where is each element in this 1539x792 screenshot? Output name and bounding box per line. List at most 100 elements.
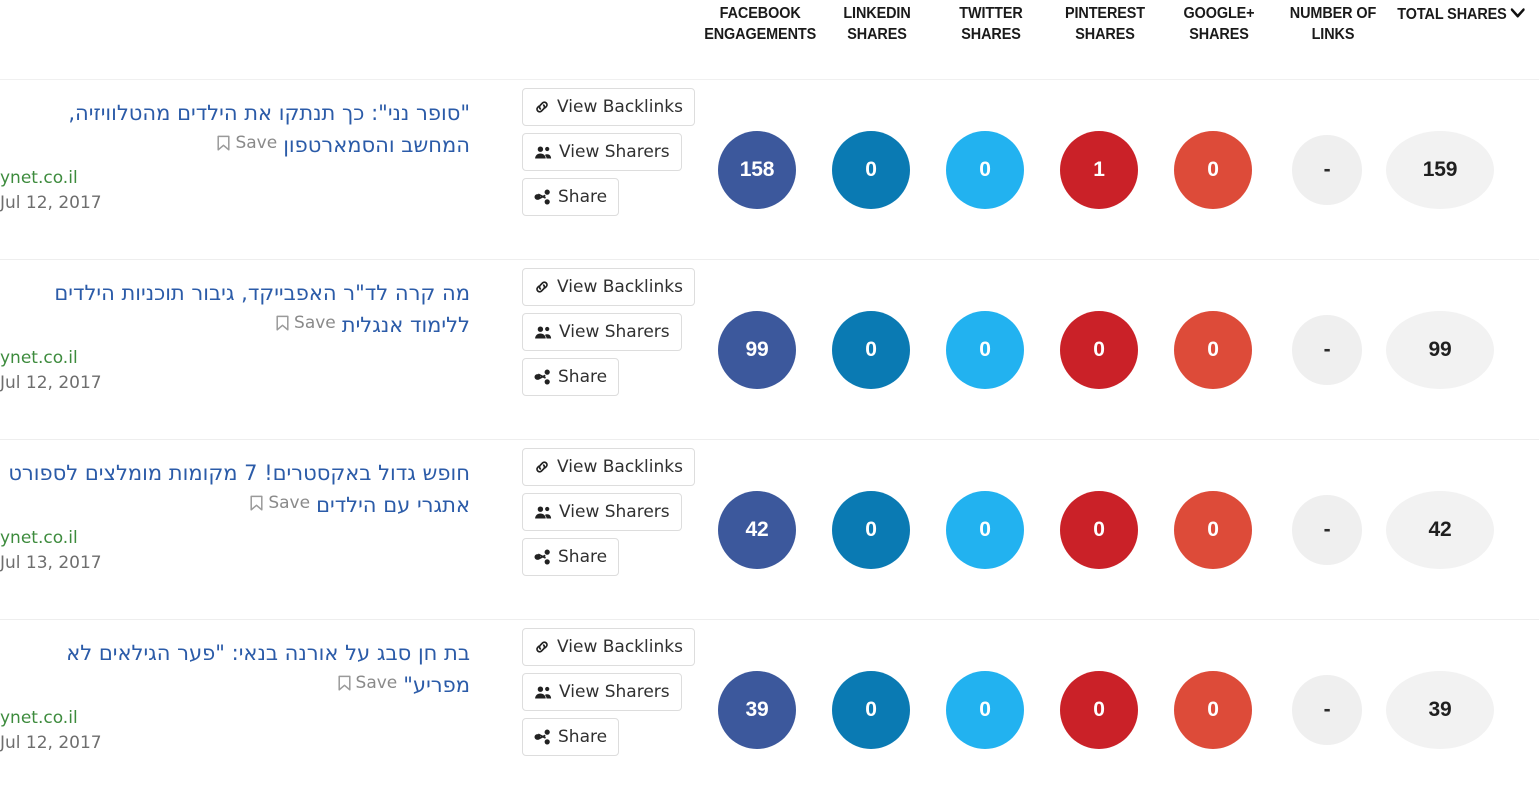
share-label: Share bbox=[558, 187, 608, 208]
metric-bubble-pinterest-shares[interactable]: 0 bbox=[1060, 671, 1138, 749]
share-button[interactable]: Share bbox=[522, 538, 620, 577]
article-info-cell: חופש גדול באקסטרים! 7 מקומות מומלצים לספ… bbox=[0, 458, 470, 573]
bookmark-icon bbox=[216, 135, 231, 152]
metric-bubble-googleplus-shares[interactable]: 0 bbox=[1174, 130, 1252, 209]
column-header-linkedin-shares[interactable]: LINKEDIN SHARES bbox=[824, 4, 930, 46]
save-article-button[interactable]: Save bbox=[249, 493, 310, 513]
metric-cell-linkedin-shares: 0 bbox=[814, 490, 928, 569]
view-sharers-label: View Sharers bbox=[559, 322, 670, 343]
metric-bubble-twitter-shares[interactable]: 0 bbox=[946, 310, 1024, 389]
metric-cell-googleplus-shares: 0 bbox=[1156, 310, 1270, 389]
metric-bubble-number-of-links[interactable]: - bbox=[1292, 675, 1362, 745]
metric-bubble-number-of-links[interactable]: - bbox=[1292, 494, 1362, 565]
metric-cell-total-shares: 159 bbox=[1384, 130, 1539, 209]
share-label: Share bbox=[558, 367, 608, 388]
metric-bubble-twitter-shares[interactable]: 0 bbox=[946, 130, 1024, 209]
metric-bubble-facebook-engagements[interactable]: 39 bbox=[718, 671, 796, 749]
users-group-icon bbox=[534, 685, 552, 700]
column-header-pinterest-shares[interactable]: PINTEREST SHARES bbox=[1052, 4, 1158, 46]
metric-bubble-googleplus-shares[interactable]: 0 bbox=[1174, 490, 1252, 569]
metric-cell-number-of-links: - bbox=[1270, 314, 1384, 385]
column-header-googleplus-shares[interactable]: GOOGLE+ SHARES bbox=[1166, 4, 1272, 46]
metric-bubble-facebook-engagements[interactable]: 158 bbox=[718, 130, 796, 209]
article-source-link[interactable]: ynet.co.il bbox=[0, 348, 462, 368]
bookmark-icon bbox=[337, 675, 352, 692]
metric-cell-twitter-shares: 0 bbox=[928, 671, 1042, 749]
metric-cell-twitter-shares: 0 bbox=[928, 490, 1042, 569]
chevron-down-icon[interactable] bbox=[1510, 4, 1525, 23]
view-sharers-button[interactable]: View Sharers bbox=[522, 673, 682, 712]
article-actions-cell: View Backlinks View Sharers Share bbox=[522, 268, 697, 403]
share-label: Share bbox=[558, 547, 608, 568]
share-button[interactable]: Share bbox=[522, 178, 620, 217]
view-sharers-label: View Sharers bbox=[559, 502, 670, 523]
share-button[interactable]: Share bbox=[522, 358, 620, 397]
article-source-link[interactable]: ynet.co.il bbox=[0, 528, 462, 548]
metric-cell-number-of-links: - bbox=[1270, 134, 1384, 205]
metric-bubble-pinterest-shares[interactable]: 0 bbox=[1060, 310, 1138, 389]
save-article-button[interactable]: Save bbox=[216, 133, 277, 153]
article-title-link[interactable]: בת חן סבג על אורנה בנאי: "פער הגילאים לא… bbox=[66, 641, 470, 697]
metric-bubble-googleplus-shares[interactable]: 0 bbox=[1174, 310, 1252, 389]
article-info-cell: "סופר נני": כך תנתקו את הילדים מהטלוויזי… bbox=[0, 98, 470, 213]
table-row: "סופר נני": כך תנתקו את הילדים מהטלוויזי… bbox=[0, 80, 1539, 260]
metric-cell-pinterest-shares: 0 bbox=[1042, 310, 1156, 389]
view-sharers-label: View Sharers bbox=[559, 682, 670, 703]
article-title-link[interactable]: חופש גדול באקסטרים! 7 מקומות מומלצים לספ… bbox=[8, 461, 470, 517]
article-actions-cell: View Backlinks View Sharers Share bbox=[522, 448, 697, 583]
bookmark-icon bbox=[249, 495, 264, 512]
metric-bubble-facebook-engagements[interactable]: 42 bbox=[718, 490, 796, 569]
metric-bubble-twitter-shares[interactable]: 0 bbox=[946, 490, 1024, 569]
save-article-button[interactable]: Save bbox=[337, 673, 397, 693]
metric-bubble-pinterest-shares[interactable]: 1 bbox=[1060, 130, 1138, 209]
article-source-link[interactable]: ynet.co.il bbox=[0, 168, 462, 188]
column-header-twitter-shares[interactable]: TWITTER SHARES bbox=[938, 4, 1044, 46]
metric-bubble-twitter-shares[interactable]: 0 bbox=[946, 671, 1024, 749]
article-source-link[interactable]: ynet.co.il bbox=[0, 708, 462, 728]
metric-bubble-total-shares[interactable]: 159 bbox=[1386, 130, 1494, 209]
metric-cell-number-of-links: - bbox=[1270, 675, 1384, 745]
metric-bubble-facebook-engagements[interactable]: 99 bbox=[718, 310, 796, 389]
share-button[interactable]: Share bbox=[522, 718, 620, 757]
article-title-link[interactable]: מה קרה לד"ר האפבייקד, גיבור תוכניות הילד… bbox=[54, 281, 470, 337]
results-rows: "סופר נני": כך תנתקו את הילדים מהטלוויזי… bbox=[0, 80, 1539, 792]
save-label: Save bbox=[268, 493, 311, 514]
share-nodes-icon bbox=[534, 549, 551, 565]
metric-bubble-number-of-links[interactable]: - bbox=[1292, 314, 1362, 385]
share-nodes-icon bbox=[534, 369, 551, 385]
metric-bubble-linkedin-shares[interactable]: 0 bbox=[832, 310, 910, 389]
save-article-button[interactable]: Save bbox=[275, 313, 336, 333]
metric-cell-linkedin-shares: 0 bbox=[814, 310, 928, 389]
users-group-icon bbox=[534, 145, 552, 160]
metric-bubble-googleplus-shares[interactable]: 0 bbox=[1174, 671, 1252, 749]
metric-bubble-linkedin-shares[interactable]: 0 bbox=[832, 671, 910, 749]
table-row: חופש גדול באקסטרים! 7 מקומות מומלצים לספ… bbox=[0, 440, 1539, 620]
view-backlinks-button[interactable]: View Backlinks bbox=[522, 448, 695, 487]
view-sharers-button[interactable]: View Sharers bbox=[522, 493, 682, 532]
column-header-number-of-links[interactable]: NUMBER OF LINKS bbox=[1280, 4, 1386, 46]
bookmark-icon bbox=[275, 315, 290, 332]
metric-bubble-number-of-links[interactable]: - bbox=[1292, 134, 1362, 205]
metric-bubble-linkedin-shares[interactable]: 0 bbox=[832, 130, 910, 209]
article-title-wrap: "סופר נני": כך תנתקו את הילדים מהטלוויזי… bbox=[0, 98, 470, 162]
metric-cell-facebook-engagements: 99 bbox=[700, 310, 814, 389]
metric-bubble-total-shares[interactable]: 39 bbox=[1386, 671, 1494, 749]
metric-cell-googleplus-shares: 0 bbox=[1156, 130, 1270, 209]
metric-bubble-total-shares[interactable]: 99 bbox=[1386, 310, 1494, 389]
view-backlinks-button[interactable]: View Backlinks bbox=[522, 628, 695, 667]
users-group-icon bbox=[534, 505, 552, 520]
column-header-total-shares[interactable]: TOTAL SHARES bbox=[1396, 4, 1539, 26]
view-backlinks-button[interactable]: View Backlinks bbox=[522, 268, 695, 307]
metric-bubble-total-shares[interactable]: 42 bbox=[1386, 490, 1494, 569]
metric-bubble-linkedin-shares[interactable]: 0 bbox=[832, 490, 910, 569]
content-analyzer-results-table: FACEBOOK ENGAGEMENTS LINKEDIN SHARES TWI… bbox=[0, 0, 1539, 792]
metric-cell-facebook-engagements: 42 bbox=[700, 490, 814, 569]
metric-bubble-pinterest-shares[interactable]: 0 bbox=[1060, 490, 1138, 569]
metric-cell-twitter-shares: 0 bbox=[928, 130, 1042, 209]
article-info-cell: מה קרה לד"ר האפבייקד, גיבור תוכניות הילד… bbox=[0, 278, 470, 393]
view-sharers-button[interactable]: View Sharers bbox=[522, 133, 682, 172]
view-sharers-button[interactable]: View Sharers bbox=[522, 313, 682, 352]
view-backlinks-button[interactable]: View Backlinks bbox=[522, 88, 695, 127]
article-title-wrap: בת חן סבג על אורנה בנאי: "פער הגילאים לא… bbox=[0, 638, 470, 702]
column-header-facebook-engagements[interactable]: FACEBOOK ENGAGEMENTS bbox=[704, 4, 816, 46]
